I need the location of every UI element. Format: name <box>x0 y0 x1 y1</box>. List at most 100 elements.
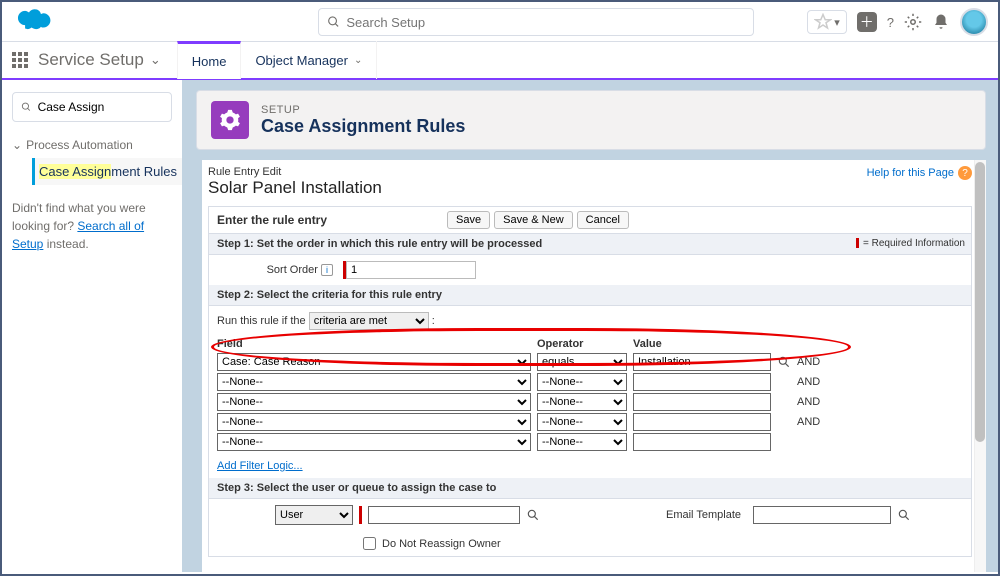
value-input[interactable] <box>633 373 771 391</box>
sort-order-row: Sort Order i <box>209 255 971 285</box>
avatar[interactable] <box>960 8 988 36</box>
required-info-legend: = Required Information <box>856 238 965 249</box>
tab-home[interactable]: Home <box>177 41 242 79</box>
star-icon <box>814 13 832 31</box>
sidebar-item-suffix: ment Rules <box>111 164 177 179</box>
breadcrumb: Rule Entry Edit <box>208 166 281 178</box>
quick-find-input[interactable] <box>38 100 163 114</box>
assign-to-input[interactable] <box>368 506 520 524</box>
run-rule-mode-select[interactable]: criteria are met <box>309 312 429 330</box>
col-value: Value <box>633 336 777 352</box>
operator-select[interactable]: --None-- <box>537 433 627 451</box>
sidebar-section-process-automation[interactable]: ⌄ Process Automation <box>12 138 182 152</box>
main-canvas: SETUP Case Assignment Rules Rule Entry E… <box>182 80 998 572</box>
field-select[interactable]: --None-- <box>217 433 531 451</box>
help-icon[interactable]: ? <box>887 15 894 30</box>
global-actions-button[interactable]: ＋ <box>857 12 877 32</box>
col-operator: Operator <box>537 336 633 352</box>
value-input[interactable] <box>633 353 771 371</box>
value-input[interactable] <box>633 413 771 431</box>
save-new-button[interactable]: Save & New <box>494 211 573 229</box>
field-select[interactable]: --None-- <box>217 413 531 431</box>
sort-order-label: Sort Order i <box>217 264 337 276</box>
operator-select[interactable]: --None-- <box>537 413 627 431</box>
criteria-table: Field Operator Value Case: Case Reason e… <box>217 336 826 452</box>
chevron-down-icon: ⌄ <box>354 55 362 66</box>
app-name: Service Setup <box>38 50 144 70</box>
sort-order-input[interactable] <box>346 261 476 279</box>
criteria-row: --None-- --None-- AND <box>217 392 826 412</box>
setup-sidebar: ⌄ Process Automation Case Assignment Rul… <box>2 80 182 572</box>
scrollbar-track[interactable] <box>974 160 986 572</box>
col-field: Field <box>217 336 537 352</box>
tab-object-manager-label: Object Manager <box>255 53 348 68</box>
quick-find[interactable] <box>12 92 172 122</box>
search-icon <box>21 101 32 113</box>
run-rule-line: Run this rule if the criteria are met : <box>217 312 963 330</box>
email-template-label: Email Template <box>666 509 741 521</box>
tab-object-manager[interactable]: Object Manager ⌄ <box>241 41 377 79</box>
do-not-reassign-label: Do Not Reassign Owner <box>382 538 501 550</box>
operator-select[interactable]: --None-- <box>537 373 627 391</box>
operator-select[interactable]: equals <box>537 353 627 371</box>
page-header-card: SETUP Case Assignment Rules <box>196 90 986 150</box>
field-select[interactable]: --None-- <box>217 373 531 391</box>
do-not-reassign-checkbox[interactable] <box>363 537 376 550</box>
step-3-body: User Email Template Do Not Reassign Owne… <box>209 499 971 556</box>
criteria-row: --None-- --None-- <box>217 432 826 452</box>
assign-type-select[interactable]: User <box>275 505 353 525</box>
sidebar-match-highlight: Case Assign <box>39 164 111 179</box>
panel-title: Enter the rule entry <box>217 213 327 227</box>
global-header: ▾ ＋ ? <box>2 2 998 42</box>
step-3-header: Step 3: Select the user or queue to assi… <box>209 478 971 499</box>
classic-iframe-wrap: Rule Entry Edit Help for this Page ? Sol… <box>202 160 986 572</box>
help-for-page-link[interactable]: Help for this Page ? <box>867 166 972 180</box>
app-launcher-icon[interactable] <box>12 52 28 68</box>
tab-home-label: Home <box>192 54 227 69</box>
page-title: Case Assignment Rules <box>261 116 465 137</box>
header-utility-icons: ▾ ＋ ? <box>807 8 988 36</box>
context-bar: Service Setup ⌄ Home Object Manager ⌄ <box>2 42 998 80</box>
lookup-icon[interactable] <box>777 355 791 369</box>
operator-select[interactable]: --None-- <box>537 393 627 411</box>
value-input[interactable] <box>633 433 771 451</box>
global-search-input[interactable] <box>346 15 745 30</box>
and-label: AND <box>797 392 826 412</box>
salesforce-logo <box>14 5 52 38</box>
gear-icon[interactable] <box>904 13 922 31</box>
criteria-table-wrap: Field Operator Value Case: Case Reason e… <box>217 336 963 452</box>
save-button[interactable]: Save <box>447 211 490 229</box>
setup-gear-tile <box>211 101 249 139</box>
criteria-row: --None-- --None-- AND <box>217 372 826 392</box>
lookup-icon[interactable] <box>897 508 911 522</box>
rule-entry-panel: Enter the rule entry Save Save & New Can… <box>208 206 972 557</box>
add-filter-logic-link[interactable]: Add Filter Logic... <box>217 460 303 472</box>
field-select[interactable]: --None-- <box>217 393 531 411</box>
scrollbar-thumb[interactable] <box>975 162 985 442</box>
step-2-header: Step 2: Select the criteria for this rul… <box>209 285 971 306</box>
rule-entry-title: Solar Panel Installation <box>208 178 972 198</box>
sidebar-item-case-assignment-rules[interactable]: Case Assignment Rules <box>32 158 182 185</box>
field-select[interactable]: Case: Case Reason <box>217 353 531 371</box>
favorites-dropdown[interactable]: ▾ <box>807 10 847 34</box>
gear-icon <box>219 109 241 131</box>
required-mark <box>359 506 362 524</box>
help-icon: ? <box>958 166 972 180</box>
bell-icon[interactable] <box>932 13 950 31</box>
cancel-button[interactable]: Cancel <box>577 211 629 229</box>
app-chevron-icon[interactable]: ⌄ <box>150 52 161 68</box>
lookup-icon[interactable] <box>526 508 540 522</box>
criteria-row: --None-- --None-- AND <box>217 412 826 432</box>
and-label: AND <box>797 352 826 372</box>
step-1-header: Step 1: Set the order in which this rule… <box>209 234 971 255</box>
email-template-input[interactable] <box>753 506 891 524</box>
search-icon <box>327 15 340 29</box>
and-label: AND <box>797 412 826 432</box>
criteria-row: Case: Case Reason equals AND <box>217 352 826 372</box>
global-search[interactable] <box>318 8 754 36</box>
page-kicker: SETUP <box>261 104 465 116</box>
chevron-down-icon: ⌄ <box>12 138 22 152</box>
info-icon[interactable]: i <box>321 264 333 276</box>
value-input[interactable] <box>633 393 771 411</box>
sidebar-section-label: Process Automation <box>26 138 133 152</box>
